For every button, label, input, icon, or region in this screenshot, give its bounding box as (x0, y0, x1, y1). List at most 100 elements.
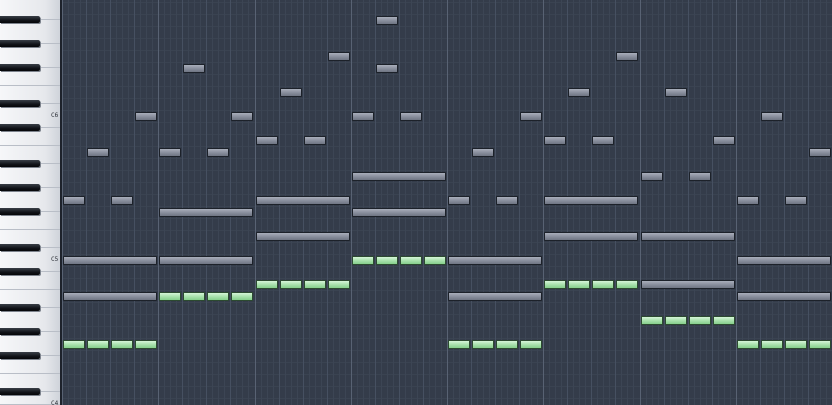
green-note[interactable] (376, 256, 398, 265)
key-label-c6: C6 (51, 112, 59, 119)
grey-note[interactable] (472, 148, 494, 157)
grey-note[interactable] (207, 148, 229, 157)
green-note[interactable] (472, 340, 494, 349)
grey-note[interactable] (328, 52, 350, 61)
grey-note[interactable] (352, 112, 374, 121)
grey-note[interactable] (809, 148, 831, 157)
grey-note[interactable] (159, 208, 253, 217)
grey-note[interactable] (256, 196, 350, 205)
grey-note[interactable] (737, 292, 831, 301)
grey-note[interactable] (159, 256, 253, 265)
black-key[interactable] (0, 244, 40, 251)
green-note[interactable] (328, 280, 350, 289)
green-note[interactable] (135, 340, 157, 349)
grey-note[interactable] (641, 280, 735, 289)
grey-note[interactable] (689, 172, 711, 181)
grey-note[interactable] (63, 292, 157, 301)
grey-note[interactable] (713, 136, 735, 145)
green-note[interactable] (183, 292, 205, 301)
green-note[interactable] (159, 292, 181, 301)
grey-note[interactable] (737, 256, 831, 265)
grey-note[interactable] (400, 112, 422, 121)
grey-note[interactable] (352, 172, 446, 181)
green-note[interactable] (641, 316, 663, 325)
black-key[interactable] (0, 100, 40, 107)
black-key[interactable] (0, 208, 40, 215)
green-note[interactable] (568, 280, 590, 289)
piano-roll-editor[interactable]: C6 C5 C4 (0, 0, 832, 405)
grey-note[interactable] (544, 196, 638, 205)
grey-note[interactable] (544, 232, 638, 241)
grey-note[interactable] (376, 16, 398, 25)
green-note[interactable] (63, 340, 85, 349)
green-note[interactable] (352, 256, 374, 265)
grey-note[interactable] (63, 196, 85, 205)
grey-note[interactable] (641, 232, 735, 241)
green-note[interactable] (665, 316, 687, 325)
key-label-c4: C4 (51, 400, 59, 405)
green-note[interactable] (400, 256, 422, 265)
black-key[interactable] (0, 40, 40, 47)
black-key[interactable] (0, 64, 40, 71)
grey-note[interactable] (448, 292, 542, 301)
green-note[interactable] (689, 316, 711, 325)
grey-note[interactable] (761, 112, 783, 121)
grey-note[interactable] (568, 88, 590, 97)
grey-note[interactable] (592, 136, 614, 145)
grey-note[interactable] (135, 112, 157, 121)
grey-note[interactable] (256, 136, 278, 145)
green-note[interactable] (737, 340, 759, 349)
green-note[interactable] (616, 280, 638, 289)
black-key[interactable] (0, 388, 40, 395)
grey-note[interactable] (159, 148, 181, 157)
green-note[interactable] (111, 340, 133, 349)
grey-note[interactable] (448, 196, 470, 205)
key-label-c5: C5 (51, 256, 59, 263)
green-note[interactable] (761, 340, 783, 349)
green-note[interactable] (592, 280, 614, 289)
piano-keyboard[interactable]: C6 C5 C4 (0, 0, 62, 405)
grey-note[interactable] (352, 208, 446, 217)
green-note[interactable] (256, 280, 278, 289)
note-grid[interactable] (62, 0, 832, 405)
grey-note[interactable] (111, 196, 133, 205)
green-note[interactable] (809, 340, 831, 349)
green-note[interactable] (520, 340, 542, 349)
black-key[interactable] (0, 268, 40, 275)
black-key[interactable] (0, 304, 40, 311)
grey-note[interactable] (280, 88, 302, 97)
grey-note[interactable] (183, 64, 205, 73)
grey-note[interactable] (641, 172, 663, 181)
grey-note[interactable] (231, 112, 253, 121)
black-key[interactable] (0, 124, 40, 131)
grey-note[interactable] (448, 256, 542, 265)
grey-note[interactable] (87, 148, 109, 157)
green-note[interactable] (207, 292, 229, 301)
grey-note[interactable] (496, 196, 518, 205)
grey-note[interactable] (376, 64, 398, 73)
black-key[interactable] (0, 160, 40, 167)
green-note[interactable] (280, 280, 302, 289)
grey-note[interactable] (544, 136, 566, 145)
grey-note[interactable] (737, 196, 759, 205)
green-note[interactable] (231, 292, 253, 301)
green-note[interactable] (87, 340, 109, 349)
green-note[interactable] (304, 280, 326, 289)
grey-note[interactable] (256, 232, 350, 241)
black-key[interactable] (0, 184, 40, 191)
grey-note[interactable] (520, 112, 542, 121)
grey-note[interactable] (616, 52, 638, 61)
green-note[interactable] (448, 340, 470, 349)
green-note[interactable] (424, 256, 446, 265)
black-key[interactable] (0, 328, 40, 335)
grey-note[interactable] (304, 136, 326, 145)
grey-note[interactable] (785, 196, 807, 205)
green-note[interactable] (544, 280, 566, 289)
black-key[interactable] (0, 352, 40, 359)
black-key[interactable] (0, 16, 40, 23)
green-note[interactable] (785, 340, 807, 349)
green-note[interactable] (496, 340, 518, 349)
green-note[interactable] (713, 316, 735, 325)
grey-note[interactable] (665, 88, 687, 97)
grey-note[interactable] (63, 256, 157, 265)
